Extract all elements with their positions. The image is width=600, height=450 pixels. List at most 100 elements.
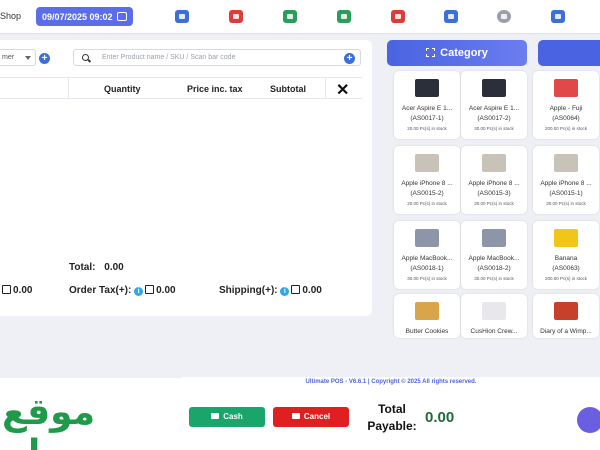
product-name: Apple MacBook... (401, 255, 453, 262)
product-sku: (AS0015-3) (477, 190, 511, 197)
calendar-icon (117, 12, 127, 21)
product-name: Apple - Fuji (549, 105, 583, 112)
product-stock: 20.00 Pc(s) in stock (407, 126, 447, 131)
discount-row: 0.00 (0, 285, 32, 296)
monitor-icon[interactable] (551, 10, 565, 23)
brand-button[interactable] (538, 40, 600, 66)
product-name: Butter Cookies (405, 328, 449, 335)
calculator-icon[interactable] (337, 10, 351, 23)
edit-icon[interactable] (291, 285, 301, 294)
watermark: موقع حراج (0, 378, 182, 450)
product-image (554, 229, 578, 247)
credit-card-icon[interactable] (444, 10, 458, 23)
cart-total: Total: 0.00 (69, 262, 124, 273)
product-sku: (AS0015-1) (549, 190, 583, 197)
product-sku: (AS0018-2) (477, 265, 511, 272)
cart-table-header: Quantity Price inc. tax Subtotal (0, 77, 362, 99)
edit-icon[interactable] (2, 285, 11, 294)
product-card[interactable]: Banana (AS0063) 200.00 Pc(s) in stock (533, 221, 599, 289)
product-card[interactable]: Apple MacBook... (AS0018-2) 30.00 Pc(s) in… (461, 221, 527, 289)
product-card[interactable]: Apple MacBook... (AS0018-1) 30.00 Pc(s) in… (394, 221, 460, 289)
shop-label: Shop (0, 11, 22, 21)
shipping-value: 0.00 (302, 285, 322, 296)
column-quantity: Quantity (104, 84, 141, 94)
product-search-input[interactable]: Enter Product name / SKU / Scan bar code (73, 49, 361, 66)
product-stock: 20.00 Pc(s) in stock (407, 201, 447, 206)
product-card[interactable]: Apple - Fuji (AS0064) 200.00 Pc(s) in stoc… (533, 71, 599, 139)
add-customer-button[interactable]: + (39, 53, 50, 64)
product-image (415, 154, 439, 172)
product-card[interactable]: Acer Aspire E 1... (AS0017-1) 20.00 Pc(s) … (394, 71, 460, 139)
close-square-icon[interactable] (229, 10, 243, 23)
total-payable-value: 0.00 (425, 409, 455, 426)
product-stock: 200.00 Pc(s) in stock (544, 276, 588, 281)
search-icon (82, 54, 89, 61)
product-name: Banana (554, 255, 578, 262)
product-card[interactable]: Butter Cookies (394, 294, 460, 338)
product-sku: (AS0015-2) (410, 190, 444, 197)
product-card[interactable]: Apple iPhone 8 ... (AS0015-3) 30.00 Pc(s) … (461, 146, 527, 214)
product-sku: (AS0018-1) (410, 265, 444, 272)
product-card[interactable]: Apple iPhone 8 ... (AS0015-1) 30.00 Pc(s) … (533, 146, 599, 214)
product-image (415, 302, 439, 320)
product-image (415, 229, 439, 247)
product-image (482, 229, 506, 247)
product-image (482, 79, 506, 97)
cancel-button[interactable]: Cancel (273, 407, 349, 427)
product-card[interactable]: CusHion Crew... (461, 294, 527, 338)
recent-transactions-button[interactable] (577, 407, 600, 433)
column-subtotal: Subtotal (270, 84, 306, 94)
cart-panel: mer + Enter Product name / SKU / Scan ba… (0, 40, 372, 316)
order-tax-value: 0.00 (156, 285, 176, 296)
product-name: Apple iPhone 8 ... (468, 180, 520, 187)
product-image (554, 302, 578, 320)
info-icon[interactable]: i (280, 287, 290, 296)
column-divider (68, 78, 69, 99)
cash-button[interactable]: Cash (189, 407, 265, 427)
search-placeholder: Enter Product name / SKU / Scan bar code (102, 54, 236, 61)
product-name: CusHion Crew... (470, 328, 518, 335)
category-button[interactable]: Category (387, 40, 527, 66)
product-stock: 200.00 Pc(s) in stock (544, 126, 588, 131)
product-image (554, 154, 578, 172)
product-image (482, 302, 506, 320)
cash-label: Cash (223, 412, 243, 421)
product-name: Apple MacBook... (468, 255, 520, 262)
edit-icon[interactable] (145, 285, 155, 294)
column-divider (325, 78, 326, 99)
customer-select[interactable]: mer (0, 49, 36, 66)
total-payable-line1: Total (378, 402, 406, 416)
product-card[interactable]: Diary of a Wimp... (533, 294, 599, 338)
product-sku: (AS0017-2) (477, 115, 511, 122)
product-image (482, 154, 506, 172)
product-name: Apple iPhone 8 ... (401, 180, 453, 187)
cancel-label: Cancel (303, 412, 331, 421)
total-value: 0.00 (104, 262, 124, 273)
shipping-label: Shipping(+): (219, 285, 278, 296)
info-icon[interactable]: i (134, 287, 144, 296)
product-sku: (AS0063) (552, 265, 580, 272)
order-tax-row: Order Tax(+): i 0.00 (69, 285, 176, 296)
product-sku: (AS0017-1) (410, 115, 444, 122)
add-product-button[interactable]: + (344, 53, 355, 64)
product-stock: 30.00 Pc(s) in stock (474, 126, 514, 131)
discount-value: 0.00 (13, 285, 33, 296)
product-stock: 30.00 Pc(s) in stock (407, 276, 447, 281)
rewind-icon[interactable] (175, 10, 189, 23)
total-label: Total: (69, 262, 96, 273)
column-price: Price inc. tax (187, 84, 243, 94)
settings-icon[interactable] (497, 10, 511, 23)
chevron-down-icon (25, 56, 31, 60)
product-sku: (AS0064) (552, 115, 580, 122)
datetime-badge[interactable]: 09/07/2025 09:02 (36, 7, 133, 26)
close-icon (291, 413, 300, 419)
undo-icon[interactable] (391, 10, 405, 23)
product-card[interactable]: Apple iPhone 8 ... (AS0015-2) 20.00 Pc(s) … (394, 146, 460, 214)
product-image (415, 79, 439, 97)
product-stock: 30.00 Pc(s) in stock (546, 201, 586, 206)
close-icon[interactable]: ✕ (336, 80, 349, 100)
order-tax-label: Order Tax(+): (69, 285, 132, 296)
briefcase-icon[interactable] (283, 10, 297, 23)
product-card[interactable]: Acer Aspire E 1... (AS0017-2) 30.00 Pc(s) … (461, 71, 527, 139)
money-icon (211, 413, 220, 419)
